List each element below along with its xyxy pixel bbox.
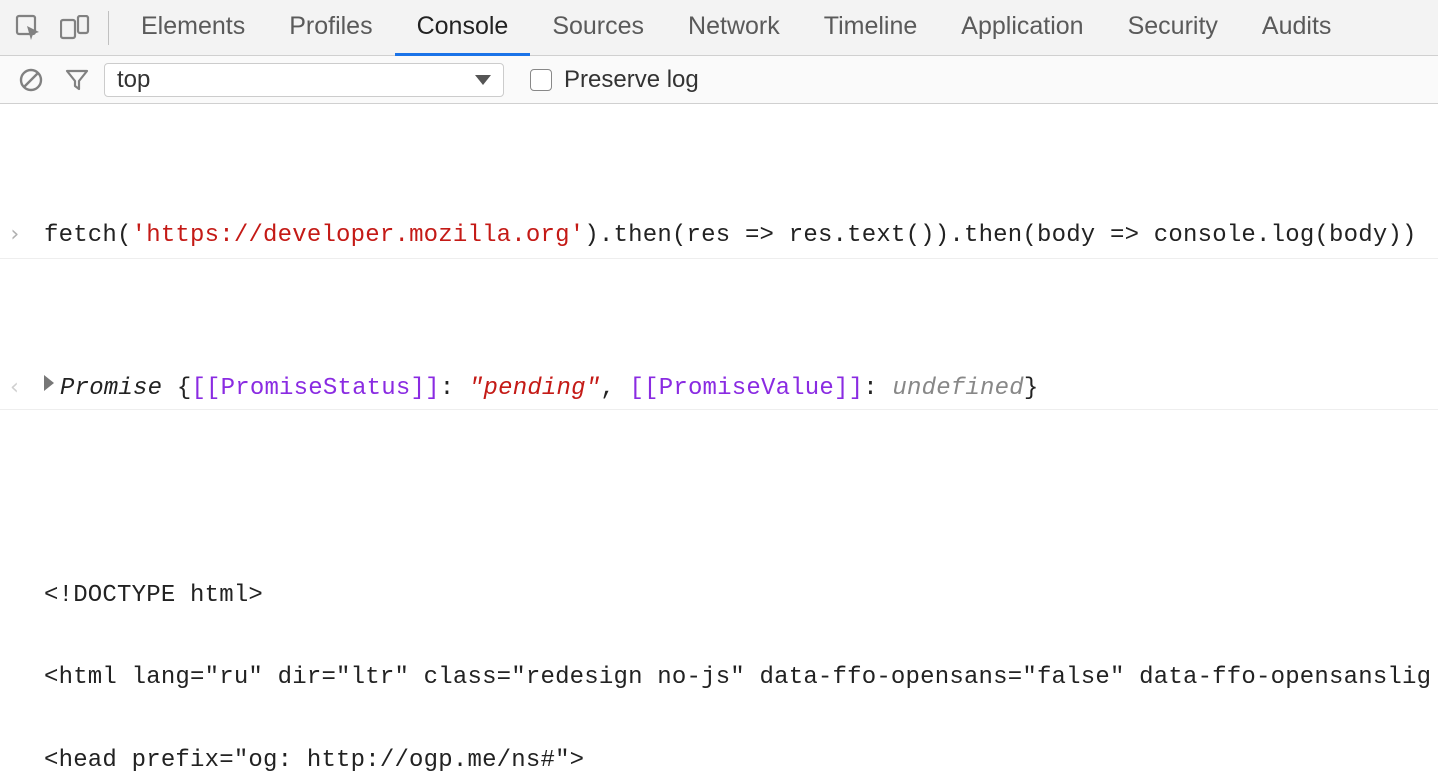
console-toolbar: top Preserve log [0,56,1438,104]
tab-sources[interactable]: Sources [530,0,666,56]
log-line: <!DOCTYPE html> [44,582,1430,610]
expand-object-icon[interactable] [44,375,54,391]
tab-audits[interactable]: Audits [1240,0,1353,56]
console-result-row[interactable]: ‹ Promise {[[PromiseStatus]]: "pending",… [0,369,1438,410]
console-body: › fetch('https://developer.mozilla.org')… [0,104,1438,780]
preserve-log-checkbox[interactable] [530,69,552,91]
tab-elements[interactable]: Elements [119,0,267,56]
chevron-down-icon [475,75,491,85]
result-status-key: [[PromiseStatus]] [191,375,439,403]
log-line: <html lang="ru" dir="ltr" class="redesig… [44,664,1430,692]
tab-console[interactable]: Console [395,0,531,56]
result-value-key: [[PromiseValue]] [630,375,864,403]
input-chain: ).then(res => res.text()).then(body => c… [584,222,1416,250]
execution-context-label: top [117,66,150,94]
console-log-output: <!DOCTYPE html> <html lang="ru" dir="ltr… [0,520,1438,780]
topbar-divider [108,11,109,45]
result-status-val: "pending" [469,375,600,403]
result-sep2: : [863,375,892,403]
input-fn: fetch( [44,222,132,250]
result-comma: , [600,375,629,403]
output-prompt-icon: ‹ [8,375,44,400]
tab-security[interactable]: Security [1106,0,1240,56]
execution-context-selector[interactable]: top [104,63,504,97]
input-url: 'https://developer.mozilla.org' [132,222,585,250]
preserve-log-label: Preserve log [564,66,699,94]
tab-network[interactable]: Network [666,0,802,56]
console-result-text: Promise {[[PromiseStatus]]: "pending", [… [44,375,1038,403]
result-open: { [177,375,192,403]
inspect-element-icon[interactable] [6,0,52,56]
console-input-row[interactable]: › fetch('https://developer.mozilla.org')… [0,214,1438,259]
tab-profiles[interactable]: Profiles [267,0,394,56]
devtools-topbar: Elements Profiles Console Sources Networ… [0,0,1438,56]
result-sep1: : [440,375,469,403]
input-prompt-icon: › [8,222,44,247]
log-line: <head prefix="og: http://ogp.me/ns#"> [44,747,1430,775]
result-close: } [1024,375,1039,403]
clear-console-icon[interactable] [8,56,54,104]
result-class: Promise [60,375,177,403]
preserve-log-toggle[interactable]: Preserve log [530,66,699,94]
tab-application[interactable]: Application [939,0,1105,56]
device-toolbar-icon[interactable] [52,0,98,56]
tab-timeline[interactable]: Timeline [802,0,940,56]
filter-icon[interactable] [54,56,100,104]
console-input-text: fetch('https://developer.mozilla.org').t… [44,222,1417,250]
devtools-root: Elements Profiles Console Sources Networ… [0,0,1438,780]
devtools-tabs: Elements Profiles Console Sources Networ… [119,0,1353,56]
result-value-val: undefined [892,375,1023,403]
